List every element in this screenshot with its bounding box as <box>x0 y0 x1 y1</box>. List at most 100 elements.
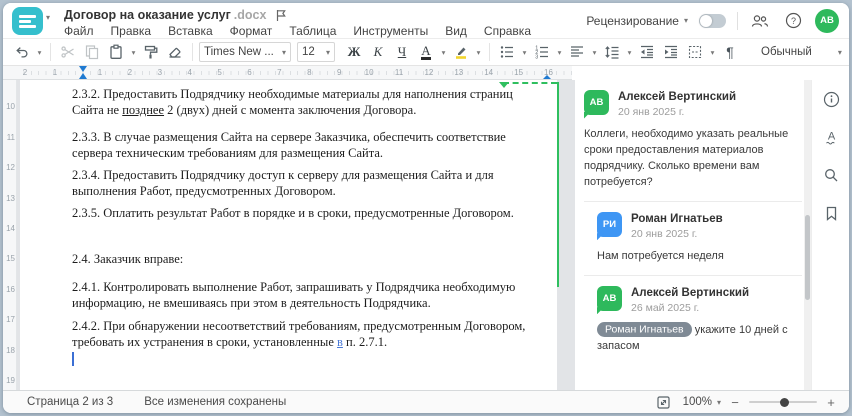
menu-item-5[interactable]: Таблица <box>289 24 336 38</box>
paste-caret-icon[interactable]: ▾ <box>129 48 138 57</box>
horizontal-ruler[interactable]: 21123456789101112131415161718 <box>17 66 572 80</box>
menu-item-8[interactable]: Справка <box>484 24 531 38</box>
document-paragraph[interactable]: 2.3.3. В случае размещения Сайта на серв… <box>72 129 540 161</box>
undo-button[interactable] <box>11 41 33 63</box>
font-name-select[interactable]: Times New ... ▾ <box>199 42 291 62</box>
comment-anchor-marker <box>499 82 509 88</box>
document-paragraph[interactable]: 2.4.2. При обнаружении несоответствий тр… <box>72 318 540 350</box>
comment-reply[interactable]: РИ Роман Игнатьев 20 янв 2025 г. Нам потреб… <box>597 211 802 265</box>
menu-bar: Файл Правка Вставка Формат Таблица Инструмент… <box>64 24 531 38</box>
mention-pill[interactable]: Роман Игнатьев <box>597 322 692 338</box>
copy-button[interactable] <box>81 41 103 63</box>
document-title: Договор на оказание услуг <box>64 8 231 22</box>
zoom-controls: 100% ▾ − + <box>653 391 837 413</box>
logo-caret-icon[interactable]: ▾ <box>46 13 50 22</box>
flag-icon[interactable] <box>275 9 287 22</box>
zoom-out-button[interactable]: − <box>729 395 741 410</box>
zoom-slider-handle[interactable] <box>780 397 789 407</box>
menu-item-6[interactable]: Инструменты <box>353 24 428 38</box>
toggle-knob <box>700 14 712 27</box>
highlight-color-button[interactable] <box>450 41 472 63</box>
document-paragraph[interactable]: 2.4.1. Контролировать выполнение Работ, … <box>72 279 540 311</box>
users-button[interactable] <box>749 10 771 32</box>
chevron-down-icon: ▾ <box>716 397 721 407</box>
bookmark-button[interactable] <box>812 194 849 232</box>
bullet-list-caret-icon[interactable]: ▾ <box>520 48 529 57</box>
increase-indent-button[interactable] <box>660 41 682 63</box>
numbered-list-caret-icon[interactable]: ▾ <box>555 48 564 57</box>
app-logo-icon[interactable] <box>12 7 43 35</box>
align-caret-icon[interactable]: ▾ <box>590 48 599 57</box>
line-spacing-button[interactable] <box>601 41 623 63</box>
zoom-slider[interactable] <box>749 397 817 407</box>
comment-date: 20 янв 2025 г. <box>618 106 685 118</box>
menu-item-4[interactable]: Формат <box>230 24 273 38</box>
menu-item-7[interactable]: Вид <box>445 24 467 38</box>
review-mode-button[interactable]: Рецензирование ▾ <box>586 14 688 28</box>
user-avatar[interactable]: АВ <box>815 8 839 33</box>
scrollbar-thumb[interactable] <box>805 215 810 300</box>
menu-item-2[interactable]: Правка <box>111 24 152 38</box>
underline-button[interactable]: Ч <box>391 41 413 63</box>
cut-button[interactable] <box>57 41 79 63</box>
bold-button[interactable]: Ж <box>343 41 365 63</box>
vertical-scrollbar[interactable] <box>804 80 811 390</box>
document-page[interactable]: 2.3.2. Предоставить Подрядчику необходим… <box>20 80 557 390</box>
help-button[interactable]: ? <box>782 10 804 32</box>
document-paragraph[interactable]: 2.4. Заказчик вправе: <box>72 251 540 267</box>
font-size-value: 12 <box>302 46 315 58</box>
align-button[interactable] <box>566 41 588 63</box>
status-bar: Страница 2 из 3 Все изменения сохранены … <box>3 390 849 413</box>
header-right: Рецензирование ▾ ? АВ <box>586 3 839 38</box>
font-color-caret-icon[interactable]: ▾ <box>439 48 448 57</box>
chevron-down-icon: ▾ <box>281 47 286 57</box>
line-spacing-caret-icon[interactable]: ▾ <box>625 48 634 57</box>
comment-text: Роман Игнатьев укажите 10 дней с запасом <box>597 322 788 352</box>
comment-author: Алексей Вертинский <box>631 286 750 299</box>
comment[interactable]: АВ Алексей Вертинский 20 янв 2025 г. Коллег… <box>584 90 802 191</box>
document-paragraph[interactable]: 2.3.5. Оплатить результат Работ в порядк… <box>72 205 540 221</box>
decrease-indent-button[interactable] <box>636 41 658 63</box>
zoom-level-select[interactable]: 100% ▾ <box>683 396 721 408</box>
h-ruler-number: 8 <box>307 68 312 77</box>
document-paragraph[interactable]: 2.3.4. Предоставить Подрядчику доступ к … <box>72 167 540 199</box>
search-button[interactable] <box>812 156 849 194</box>
toolbar-separator <box>489 43 490 61</box>
review-toggle[interactable] <box>699 13 726 28</box>
font-size-select[interactable]: 12 ▾ <box>297 42 335 62</box>
editor-area: 2.3.2. Предоставить Подрядчику необходим… <box>17 80 849 390</box>
undo-caret-icon[interactable]: ▾ <box>35 48 44 57</box>
paragraph-borders-button[interactable] <box>684 41 706 63</box>
header-divider <box>737 11 738 30</box>
document-text: 2.3.5. Оплатить результат Работ в порядк… <box>72 206 514 220</box>
bullet-list-button[interactable] <box>496 41 518 63</box>
highlight-caret-icon[interactable]: ▾ <box>474 48 483 57</box>
numbered-list-button[interactable]: 123 <box>531 41 553 63</box>
paragraph-style-select[interactable]: Обычный ▾ <box>755 46 848 58</box>
right-indent-marker[interactable] <box>543 71 551 79</box>
comment-reply[interactable]: АВ Алексей Вертинский 26 май 2025 г. Роман … <box>597 285 802 355</box>
paste-button[interactable] <box>105 41 127 63</box>
v-ruler-number: 16 <box>6 284 15 294</box>
menu-item-1[interactable]: Файл <box>64 24 94 38</box>
about-button[interactable] <box>812 80 849 118</box>
document-paragraph[interactable]: 2.3.2. Предоставить Подрядчику необходим… <box>72 86 540 118</box>
page-indicator[interactable]: Страница 2 из 3 <box>27 396 113 408</box>
left-indent-marker[interactable] <box>79 69 87 79</box>
eraser-button[interactable] <box>164 41 186 63</box>
svg-text:?: ? <box>790 16 795 26</box>
vertical-ruler[interactable]: 9 10 11 12 13 14 15 16 17 18 19 <box>3 80 17 390</box>
h-ruler-number: 13 <box>454 68 464 77</box>
paragraph-borders-caret-icon[interactable]: ▾ <box>708 48 717 57</box>
h-ruler-number: 1 <box>97 68 103 77</box>
fit-width-button[interactable] <box>653 391 675 413</box>
format-painter-button[interactable] <box>140 41 162 63</box>
italic-button[interactable]: К <box>367 41 389 63</box>
document-text-u: позднее <box>122 103 165 117</box>
zoom-in-button[interactable]: + <box>825 395 837 410</box>
document-text: 2.3.3. В случае размещения Сайта на серв… <box>72 130 506 160</box>
menu-item-3[interactable]: Вставка <box>168 24 213 38</box>
nonprinting-chars-button[interactable]: ¶ <box>719 41 741 63</box>
spellcheck-button[interactable]: A <box>812 118 849 156</box>
font-color-button[interactable]: А <box>415 41 437 63</box>
